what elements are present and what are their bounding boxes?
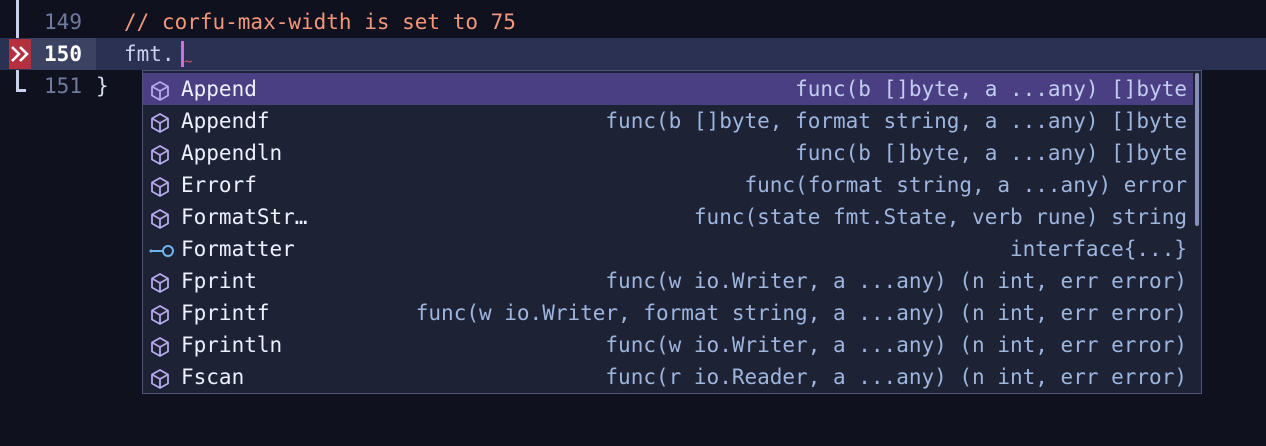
function-cube-icon [149, 207, 171, 229]
candidate-annotation: func(r io.Reader, a ...any) (n int, err … [605, 365, 1187, 389]
candidate-annotation: func(b []byte, a ...any) []byte [795, 77, 1187, 101]
function-cube-icon [149, 175, 171, 197]
function-cube-icon [149, 303, 171, 325]
candidate-label: FormatStr… [181, 205, 308, 229]
popup-scrollbar[interactable] [1195, 73, 1199, 226]
completion-candidate[interactable]: Appendf func(b []byte, format string, a .… [143, 105, 1193, 137]
candidate-annotation: func(w io.Writer, a ...any) (n int, err … [605, 333, 1187, 357]
candidate-annotation: func(format string, a ...any) error [744, 173, 1187, 197]
candidate-annotation: func(b []byte, format string, a ...any) … [605, 109, 1187, 133]
candidate-annotation: func(w io.Writer, format string, a ...an… [415, 301, 1187, 325]
candidate-annotation: func(b []byte, a ...any) []byte [795, 141, 1187, 165]
candidate-label: Formatter [181, 237, 295, 261]
completion-candidate[interactable]: Fprintln func(w io.Writer, a ...any) (n i… [143, 329, 1193, 361]
line-number: 150 [30, 38, 96, 70]
completion-candidate[interactable]: Appendln func(b []byte, a ...any) []byte [143, 137, 1193, 169]
function-cube-icon [149, 143, 171, 165]
candidate-label: Appendf [181, 109, 270, 133]
editor-line[interactable]: 149 // corfu-max-width is set to 75 [0, 6, 1266, 38]
completion-candidate[interactable]: Fprint func(w io.Writer, a ...any) (n int… [143, 265, 1193, 297]
candidate-label: Fprintln [181, 333, 283, 357]
completion-popup[interactable]: Append func(b []byte, a ...any) []byte App… [142, 70, 1202, 394]
completion-candidate[interactable]: Formatter interface{...} [143, 233, 1193, 265]
candidate-label: Fprint [181, 269, 257, 293]
candidate-label: Fscan [181, 365, 245, 389]
completion-candidate[interactable]: Fscan func(r io.Reader, a ...any) (n int,… [143, 361, 1193, 393]
candidate-annotation: func(w io.Writer, a ...any) (n int, err … [605, 269, 1187, 293]
error-squiggle-icon: ~ [184, 54, 193, 70]
editor-line-current[interactable]: 150 fmt. ~ [0, 38, 1266, 70]
candidate-label: Fprintf [181, 301, 270, 325]
candidate-label: Append [181, 77, 257, 101]
completion-candidate[interactable]: Fprintf func(w io.Writer, format string, … [143, 297, 1193, 329]
code-text: fmt. [124, 42, 175, 66]
code-text: } [96, 74, 109, 98]
completion-candidate[interactable]: Append func(b []byte, a ...any) []byte [143, 73, 1193, 105]
function-cube-icon [149, 271, 171, 293]
completion-candidate[interactable]: FormatStr… func(state fmt.State, verb run… [143, 201, 1193, 233]
line-number: 149 [44, 10, 82, 34]
candidate-label: Errorf [181, 173, 257, 197]
completion-candidate[interactable]: Errorf func(format string, a ...any) erro… [143, 169, 1193, 201]
candidate-label: Appendln [181, 141, 283, 165]
code-comment: // corfu-max-width is set to 75 [124, 10, 516, 34]
interface-icon [149, 239, 174, 261]
function-cube-icon [149, 111, 171, 133]
line-number: 151 [44, 74, 82, 98]
function-cube-icon [149, 335, 171, 357]
candidate-annotation: func(state fmt.State, verb rune) string [693, 205, 1187, 229]
candidate-annotation: interface{...} [1009, 237, 1187, 261]
function-cube-icon [149, 79, 171, 101]
error-marker-icon[interactable] [9, 39, 31, 69]
function-cube-icon [149, 367, 171, 389]
